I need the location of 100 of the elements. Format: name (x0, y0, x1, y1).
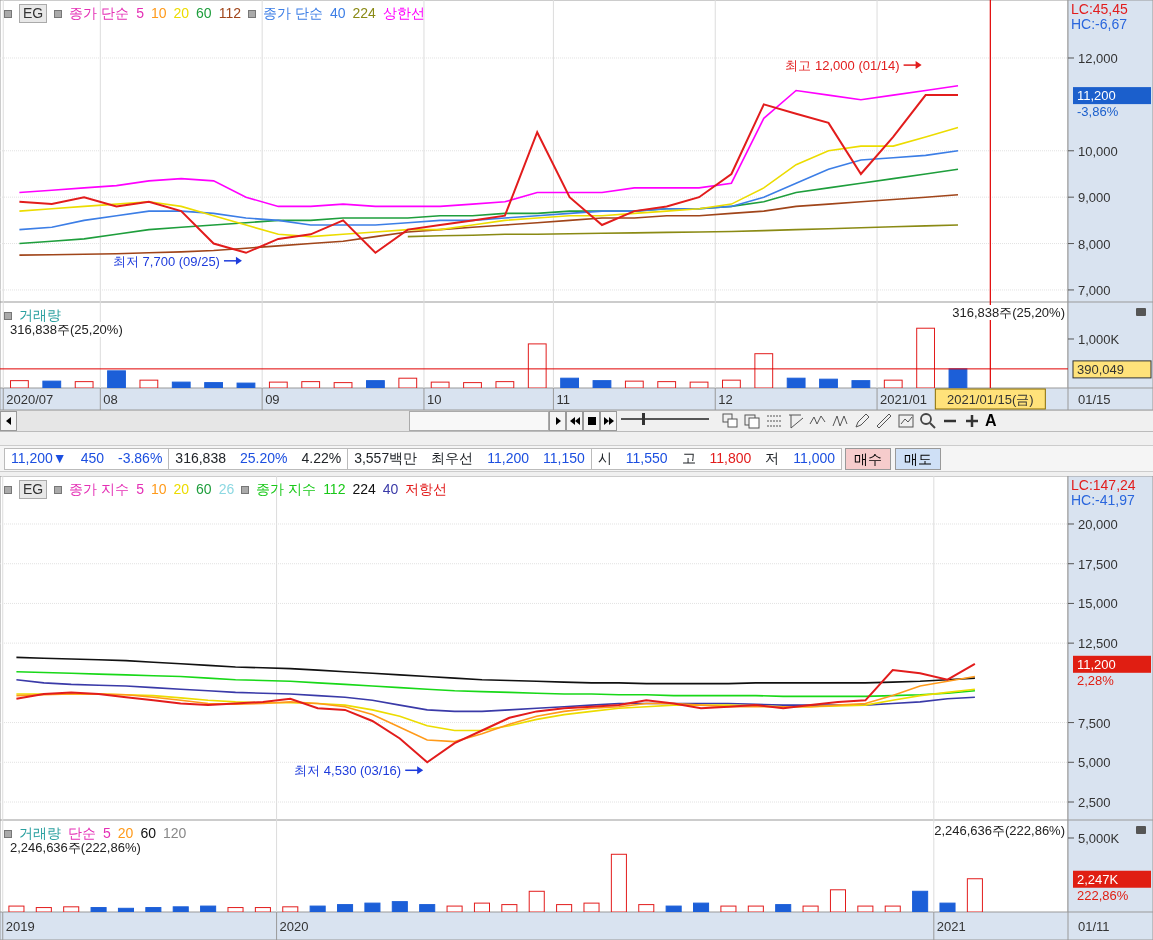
indicator-period: 120 (162, 824, 187, 843)
indicator-period: 5 (103, 824, 111, 843)
font-size-button[interactable]: A (985, 409, 997, 433)
quote-value: 11,150 (543, 449, 585, 468)
eg-button[interactable]: EG (19, 480, 48, 499)
axis-label: 5,000 (1078, 755, 1111, 771)
date-label: 2020 (279, 919, 309, 934)
toggle-icon[interactable] (54, 9, 63, 18)
axis-label: 15,000 (1078, 596, 1118, 612)
date-label: 01/15 (1078, 392, 1111, 407)
hc-label: HC:-6,67 (1071, 17, 1128, 32)
toggle-icon[interactable] (241, 485, 250, 494)
pencil-icon[interactable] (853, 412, 871, 430)
rewind-icon (569, 416, 580, 426)
axis-label: 20,000 (1078, 517, 1118, 532)
price-note: 최고 12,000 (01/14) (785, 58, 900, 74)
price-tag: 11,200 (1073, 87, 1151, 105)
indicator-name: 종가 지수 (69, 480, 130, 499)
indicator-period: 224 (352, 4, 376, 23)
lc-label: LC:45,45 (1071, 2, 1128, 17)
toggle-icon[interactable] (4, 829, 12, 838)
indicator-period: 20 (173, 4, 190, 23)
pointer-arrow (902, 61, 922, 70)
quote-value: 450 (80, 449, 104, 468)
quote-value: 11,200 (487, 449, 529, 468)
rewind-button[interactable] (566, 411, 583, 431)
indicator-period: 40 (382, 480, 399, 499)
change-label: 2,28% (1077, 672, 1114, 688)
copy-icon[interactable] (743, 412, 761, 430)
scroll-left-button[interactable] (0, 411, 17, 431)
indicator-period: 10 (150, 480, 167, 499)
indicator-period: 5 (136, 480, 144, 499)
indicator-name: 종가 단순 (263, 4, 323, 23)
toggle-icon[interactable] (248, 9, 256, 18)
date-label: 12 (718, 392, 733, 407)
toggle-icon[interactable] (4, 9, 12, 18)
windows-icon[interactable] (721, 412, 739, 430)
quote-value: 최우선 (431, 449, 474, 468)
ruler-icon[interactable] (875, 412, 893, 430)
scroll-right-button[interactable] (549, 411, 566, 431)
trend-line-icon[interactable] (787, 412, 805, 430)
axis-label: 5,000K (1078, 831, 1120, 846)
volume-title: 거래량 (19, 306, 61, 325)
zoom-slider-thumb[interactable] (642, 413, 646, 425)
fast-forward-icon (603, 416, 614, 426)
toggle-icon[interactable] (54, 485, 63, 494)
stop-icon (586, 416, 597, 426)
eg-button[interactable]: EG (19, 4, 48, 23)
indicator-period: 20 (173, 480, 190, 499)
indicator-period: 112 (218, 4, 241, 23)
date-label: 08 (103, 392, 118, 407)
fast-forward-button[interactable] (600, 411, 617, 431)
indicator-period: 10 (150, 4, 167, 23)
toggle-icon[interactable] (4, 485, 12, 494)
indicator-period: 단순 (68, 824, 96, 843)
chart-icon[interactable] (897, 412, 915, 430)
date-label: 11 (556, 392, 570, 407)
zoom-in-icon[interactable] (963, 412, 981, 430)
search-icon[interactable] (919, 412, 937, 430)
scroll-thumb[interactable] (409, 411, 549, 431)
hc-label: HC:-41,97 (1071, 493, 1136, 508)
indicator-period: 20 (117, 824, 134, 843)
quote-value: 25.20% (239, 449, 288, 468)
indicator-period: 224 (352, 480, 376, 499)
indicator-period: 60 (196, 4, 212, 23)
volume-reading: 316,838주(25,20%) (952, 305, 1065, 320)
axis-label: 9,000 (1078, 190, 1111, 206)
quote-value: -3.86% (118, 449, 163, 468)
axis-label: 12,500 (1078, 636, 1118, 652)
indicator-period: 60 (140, 824, 156, 843)
pointer-arrow (404, 766, 424, 775)
pointer-arrow (223, 256, 242, 265)
buy-button[interactable]: 매수 (845, 447, 892, 470)
date-label: 2019 (5, 919, 35, 934)
indicator-name: 종가 단순 (69, 4, 130, 23)
indicator-period: 40 (329, 4, 346, 23)
indicator-period: 상한선 (382, 4, 425, 23)
volume-reading: 2,246,636주(222,86%) (934, 823, 1065, 838)
volume-title: 거래량 (19, 824, 61, 843)
indicator-period: 26 (218, 480, 235, 499)
quote-value: 4.22% (301, 449, 342, 468)
axis-label: 2,500 (1078, 795, 1111, 810)
axis-label: 8,000 (1078, 236, 1111, 252)
axis-label: 10,000 (1078, 143, 1118, 159)
change-label: -3,86% (1077, 104, 1119, 120)
volume-reading: 316,838주(25,20%) (10, 322, 123, 337)
indicator-period: 60 (196, 480, 212, 499)
cursor-date-tag: 2021/01/15(금) (934, 388, 1046, 410)
toggle-icon[interactable] (4, 311, 12, 320)
quote-value: 11,550 (625, 449, 668, 468)
date-label: 2021 (936, 919, 966, 934)
indicator-period: 저항선 (405, 480, 448, 499)
stop-button[interactable] (583, 411, 600, 431)
axis-label: 1,000K (1078, 332, 1120, 347)
cursor-value-tag: 390,049 (1072, 360, 1152, 379)
sell-button[interactable]: 매도 (895, 447, 942, 470)
change-label: 222,86% (1077, 887, 1129, 903)
date-label: 2021/01 (880, 392, 928, 407)
axis-label: 7,000 (1078, 282, 1111, 298)
quote-value: 11,200▼ (11, 449, 67, 468)
